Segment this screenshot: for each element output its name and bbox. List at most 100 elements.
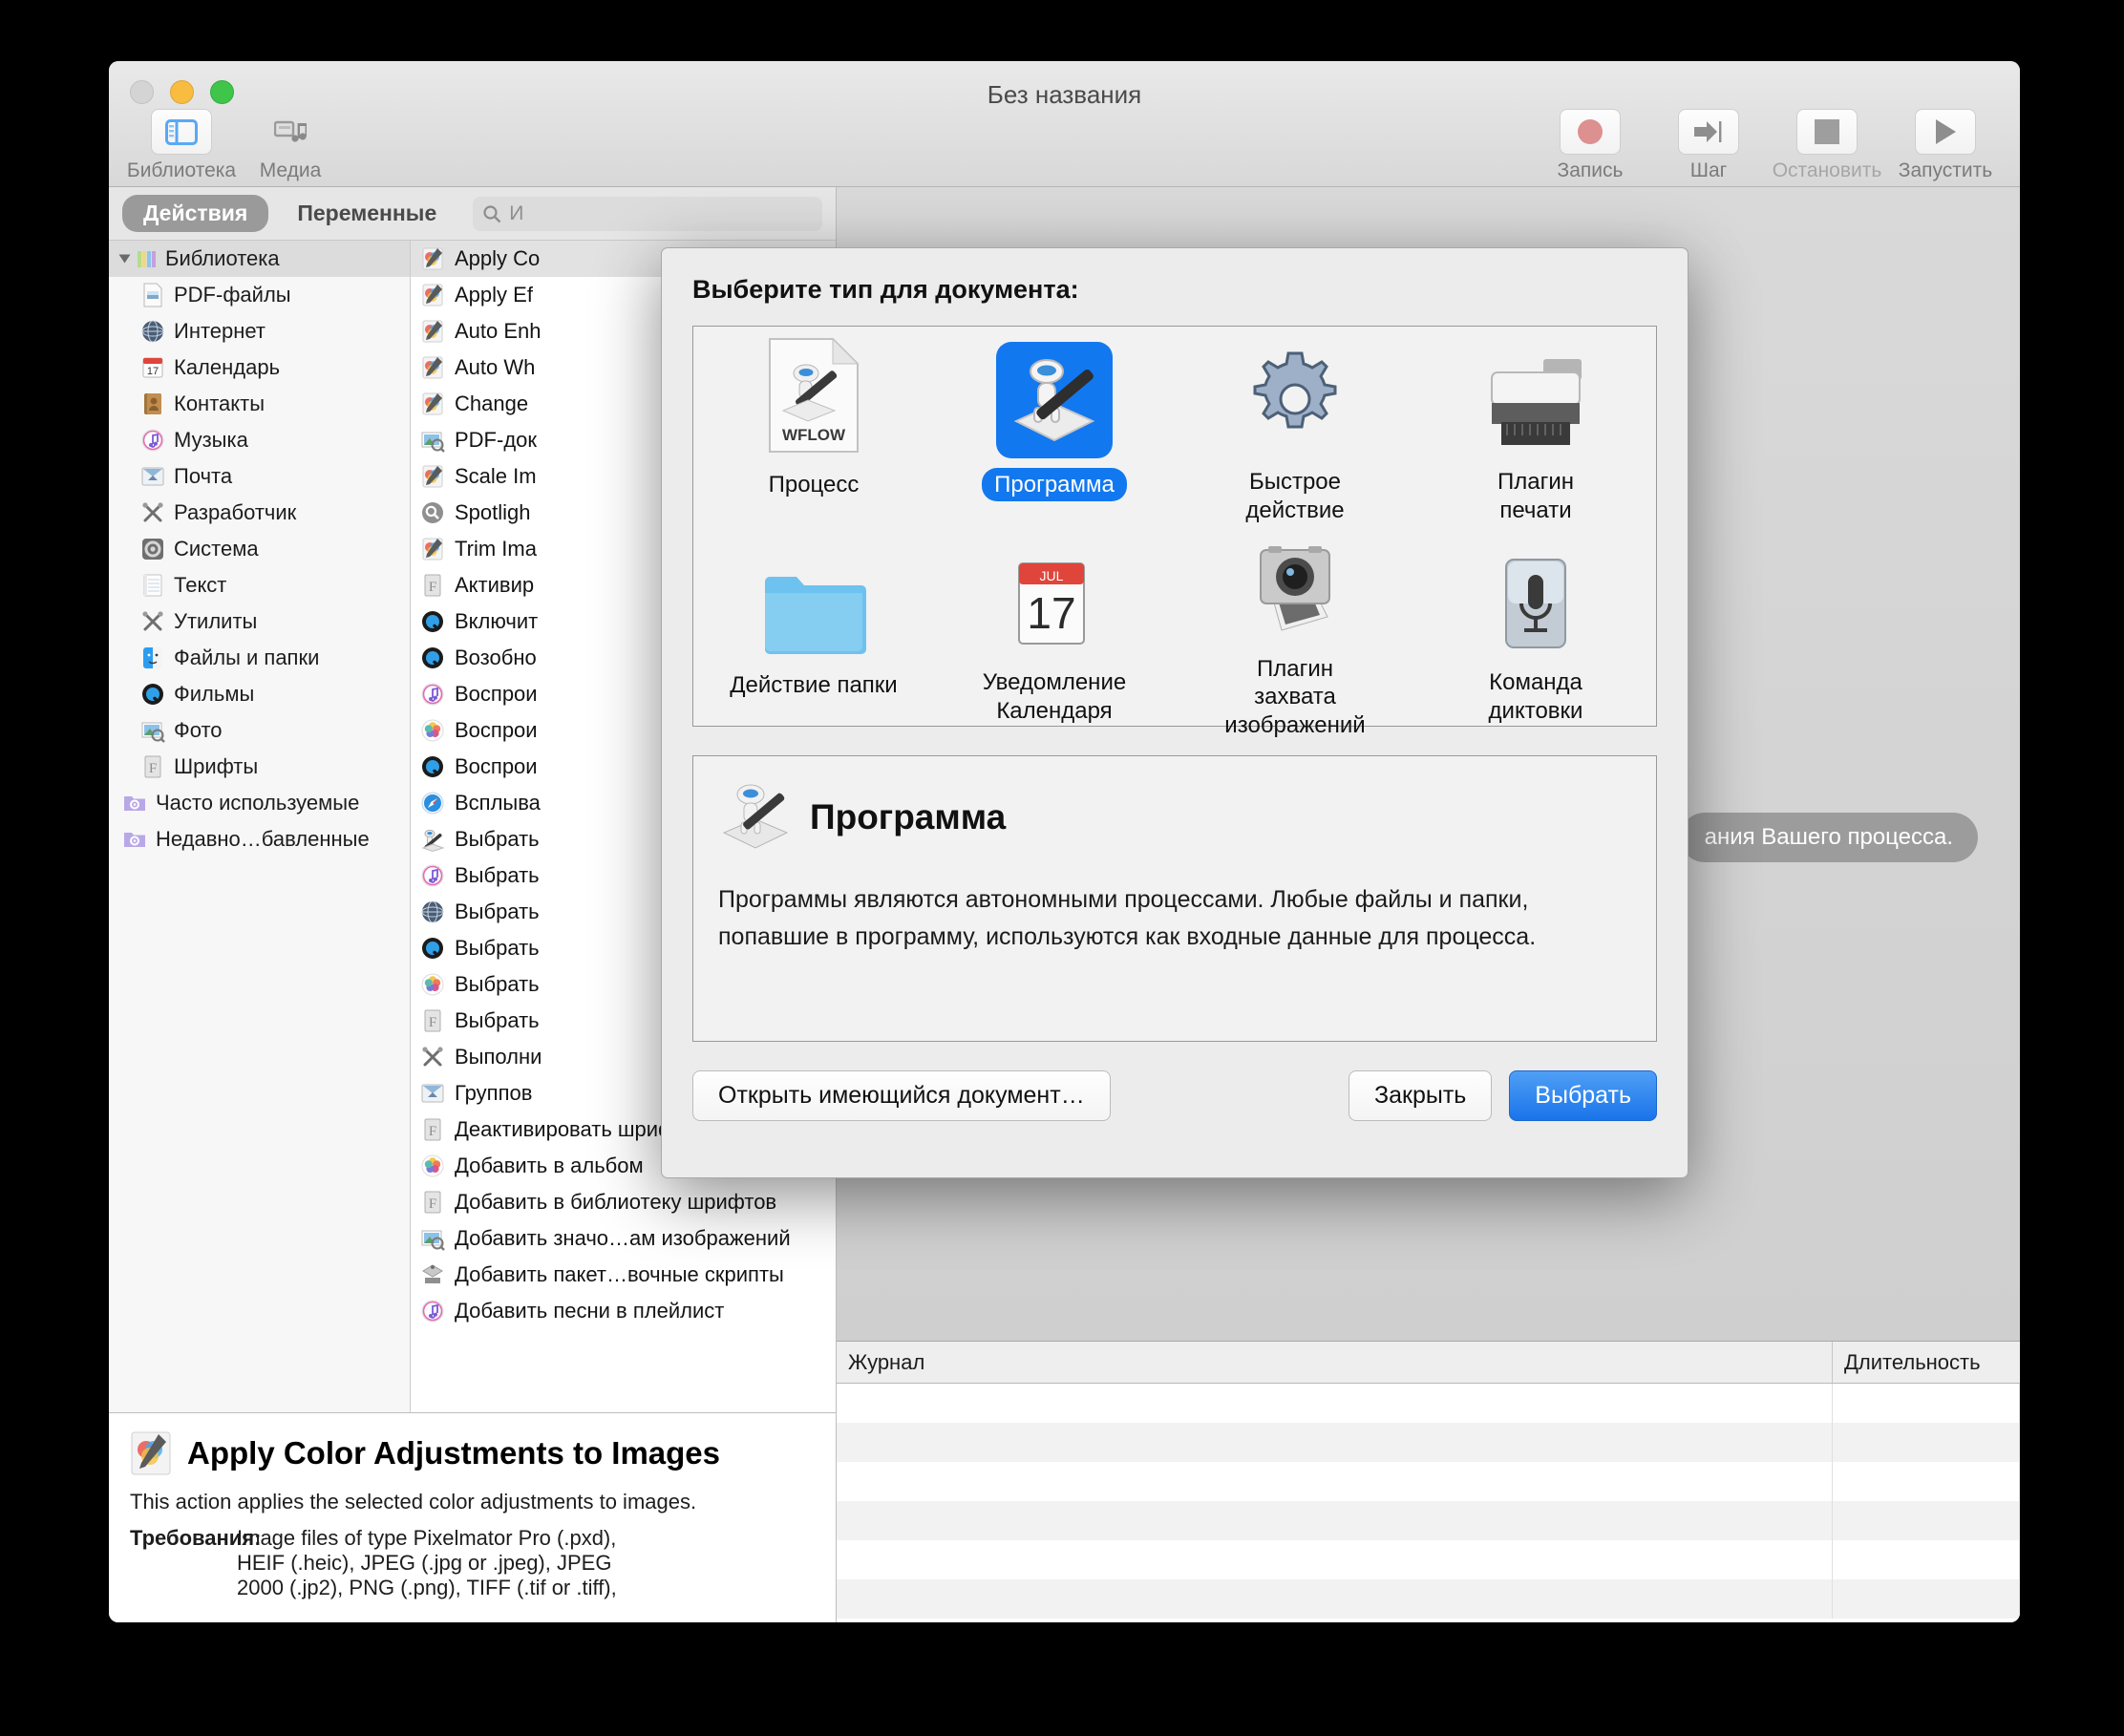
document-type-icon-wrap (1480, 342, 1591, 455)
photos-icon (421, 719, 444, 742)
action-list-item[interactable]: Добавить значо…ам изображений (411, 1220, 836, 1257)
utilities-icon (422, 1047, 443, 1067)
log-column-name[interactable]: Журнал (837, 1342, 1833, 1383)
action-list-item[interactable]: F Добавить в библиотеку шрифтов (411, 1184, 836, 1220)
detail-text: Программы являются автономными процессам… (718, 886, 1537, 950)
library-item-6[interactable]: Почта (109, 458, 410, 495)
document-type-detail: Программа Программы являются автономными… (692, 755, 1657, 1042)
library-item-label: Интернет (174, 319, 266, 343)
library-item-7[interactable]: Разработчик (109, 495, 410, 531)
toolbar-button-library[interactable]: Библиотека (127, 109, 236, 182)
toolbar-button-step[interactable]: Шаг (1659, 109, 1758, 182)
document-type-row: Действие папки JUL 17 Уведомление Календаря П… (693, 527, 1656, 738)
action-label: Scale Im (455, 464, 537, 488)
document-type-8[interactable]: Команда диктовки (1415, 527, 1656, 728)
library-item-label: Музыка (174, 428, 248, 452)
music-icon (141, 429, 164, 452)
library-item-8[interactable]: Система (109, 531, 410, 567)
window-titlebar: Без названия Библиотека Медиа Запись Шаг… (109, 61, 2020, 187)
music-icon (421, 864, 444, 887)
library-item-5[interactable]: Музыка (109, 422, 410, 458)
action-list-item[interactable]: Добавить пакет…вочные скрипты (411, 1257, 836, 1293)
library-item-2[interactable]: Интернет (109, 313, 410, 349)
document-type-label: Команда диктовки (1488, 669, 1583, 724)
library-item-label: Почта (174, 464, 233, 488)
document-type-4[interactable]: Плагин печати (1415, 327, 1656, 527)
tree-root-library[interactable]: Библиотека (109, 241, 410, 277)
log-row[interactable] (837, 1579, 2020, 1619)
library-item-label: Контакты (174, 392, 266, 415)
log-row[interactable] (837, 1501, 2020, 1540)
action-label: Добавить песни в плейлист (455, 1299, 725, 1323)
text-notes-icon (143, 574, 162, 597)
toolbar-button-run[interactable]: Запустить (1896, 109, 1995, 182)
open-existing-document-button[interactable]: Открыть имеющийся документ… (692, 1070, 1111, 1121)
action-label: Change (455, 392, 529, 415)
action-info-header: Apply Color Adjustments to Images (130, 1430, 815, 1476)
library-item-11[interactable]: Файлы и папки (109, 640, 410, 676)
pixelmator-icon (422, 284, 443, 307)
automator-icon (421, 829, 445, 852)
photos-preview-icon (421, 432, 445, 453)
library-item-3[interactable]: 17 Календарь (109, 349, 410, 386)
document-type-icon-wrap (1243, 342, 1347, 455)
pixelmator-icon (422, 392, 443, 415)
microphone-icon (1495, 556, 1577, 656)
action-label: Активир (455, 573, 535, 597)
library-item-4[interactable]: Контакты (109, 386, 410, 422)
log-cell-duration (1833, 1384, 2020, 1423)
log-row[interactable] (837, 1462, 2020, 1501)
svg-text:F: F (149, 761, 157, 776)
tab-actions[interactable]: Действия (122, 195, 269, 232)
fontbook-icon: F (424, 574, 441, 597)
toolbar-button-record[interactable]: Запись (1540, 109, 1640, 182)
disclosure-triangle-icon[interactable] (118, 254, 131, 264)
document-type-7[interactable]: Плагин захвата изображений (1175, 527, 1415, 738)
log-cell-duration (1833, 1423, 2020, 1462)
smart-folder-item-2[interactable]: Недавно…бавленные (109, 821, 410, 857)
tab-variables[interactable]: Переменные (276, 195, 457, 232)
library-item-9[interactable]: Текст (109, 567, 410, 603)
log-row[interactable] (837, 1384, 2020, 1423)
printer-icon (1480, 355, 1591, 455)
mail-icon (141, 467, 164, 486)
log-column-duration[interactable]: Длительность (1833, 1342, 2020, 1383)
document-type-3[interactable]: Быстрое действие (1175, 327, 1415, 527)
dialog-buttons: Открыть имеющийся документ… Закрыть Выбр… (692, 1070, 1657, 1121)
smart-folder-item-1[interactable]: Часто используемые (109, 785, 410, 821)
run-icon (1915, 109, 1976, 155)
developer-tools-icon (142, 502, 163, 522)
document-type-1[interactable]: WFLOW Процесс (693, 327, 934, 527)
document-type-label: Программа (982, 468, 1127, 502)
fontbook-icon: F (424, 1191, 441, 1214)
library-item-14[interactable]: F Шрифты (109, 749, 410, 785)
pixelmator-icon (422, 465, 443, 488)
choose-button[interactable]: Выбрать (1509, 1070, 1657, 1121)
detail-title: Программа (810, 796, 1007, 836)
action-list-item[interactable]: Добавить песни в плейлист (411, 1293, 836, 1329)
toolbar-button-media[interactable]: Медиа (241, 109, 340, 182)
search-input[interactable]: И (473, 196, 822, 231)
toolbar-right-group: Запись Шаг Остановить Запустить (1540, 109, 1995, 182)
library-item-label: Файлы и папки (174, 646, 320, 669)
library-item-13[interactable]: Фото (109, 712, 410, 749)
document-type-5[interactable]: Действие папки (693, 527, 934, 728)
library-item-12[interactable]: Фильмы (109, 676, 410, 712)
mail-icon (421, 1084, 444, 1103)
pixelmator-icon (131, 1431, 171, 1475)
document-type-row: WFLOW Процесс Программа Быстрое действие Плаг… (693, 327, 1656, 527)
document-type-6[interactable]: JUL 17 Уведомление Календаря (934, 527, 1175, 728)
action-label: Выбрать (455, 972, 540, 996)
library-item-10[interactable]: Утилиты (109, 603, 410, 640)
library-item-1[interactable]: PDF-файлы (109, 277, 410, 313)
pdf-file-icon (143, 283, 162, 307)
log-row[interactable] (837, 1540, 2020, 1579)
log-row[interactable] (837, 1423, 2020, 1462)
close-button[interactable]: Закрыть (1349, 1070, 1493, 1121)
toolbar-button-stop[interactable]: Остановить (1773, 109, 1881, 182)
smart-folder-label: Часто используемые (156, 791, 360, 815)
search-placeholder: И (509, 201, 524, 224)
document-type-2[interactable]: Программа (934, 327, 1175, 527)
action-label: Всплыва (455, 791, 541, 815)
gear-icon (1243, 348, 1347, 455)
